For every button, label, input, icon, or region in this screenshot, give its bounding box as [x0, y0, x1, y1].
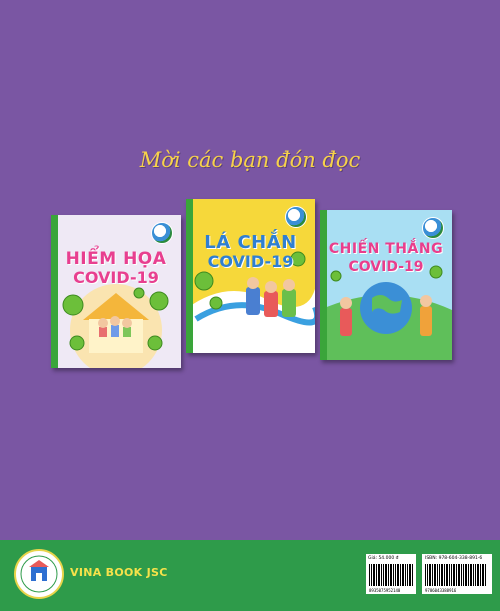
barcode-icon [425, 564, 486, 586]
book-title-line2: COVID-19 [73, 268, 159, 287]
book-cover-hiem-hoa[interactable]: HIỂM HỌA COVID-19 [51, 215, 181, 368]
book-title-line1: HIỂM HỌA [65, 249, 167, 269]
promo-heading: Mời các bạn đón đọc [139, 148, 361, 172]
barcode-number: 9786043388916 [425, 588, 457, 593]
book-spine [320, 210, 327, 360]
isbn-box: ISBN: 978-604-338-891-6 9786043388916 [422, 554, 492, 594]
book-title-line1: LÁ CHẮN [204, 232, 297, 253]
book-title-line1: CHIẾN THẮNG [328, 241, 444, 257]
globe-logo-icon [151, 222, 173, 244]
book-title-line2: COVID-19 [207, 252, 294, 271]
book-title-line2: COVID-19 [348, 259, 424, 275]
book-spine [186, 199, 193, 353]
book-cover-la-chan[interactable]: LÁ CHẮN COVID-19 [186, 199, 315, 353]
book-spine [51, 215, 58, 368]
publisher-seal-logo [14, 549, 64, 599]
price-label: Giá: 54.000 đ [368, 556, 399, 561]
book-cover-chien-thang[interactable]: CHIẾN THẮNG COVID-19 [320, 210, 452, 360]
globe-logo-icon [285, 206, 307, 228]
publisher-brand: VINA BOOK JSC [70, 566, 168, 579]
barcode-number: 8935075952140 [369, 588, 401, 593]
price-box: Giá: 54.000 đ 8935075952140 [366, 554, 416, 594]
globe-logo-icon [422, 217, 444, 239]
isbn-label: ISBN: 978-604-338-891-6 [425, 556, 483, 561]
barcode-icon [369, 564, 413, 586]
